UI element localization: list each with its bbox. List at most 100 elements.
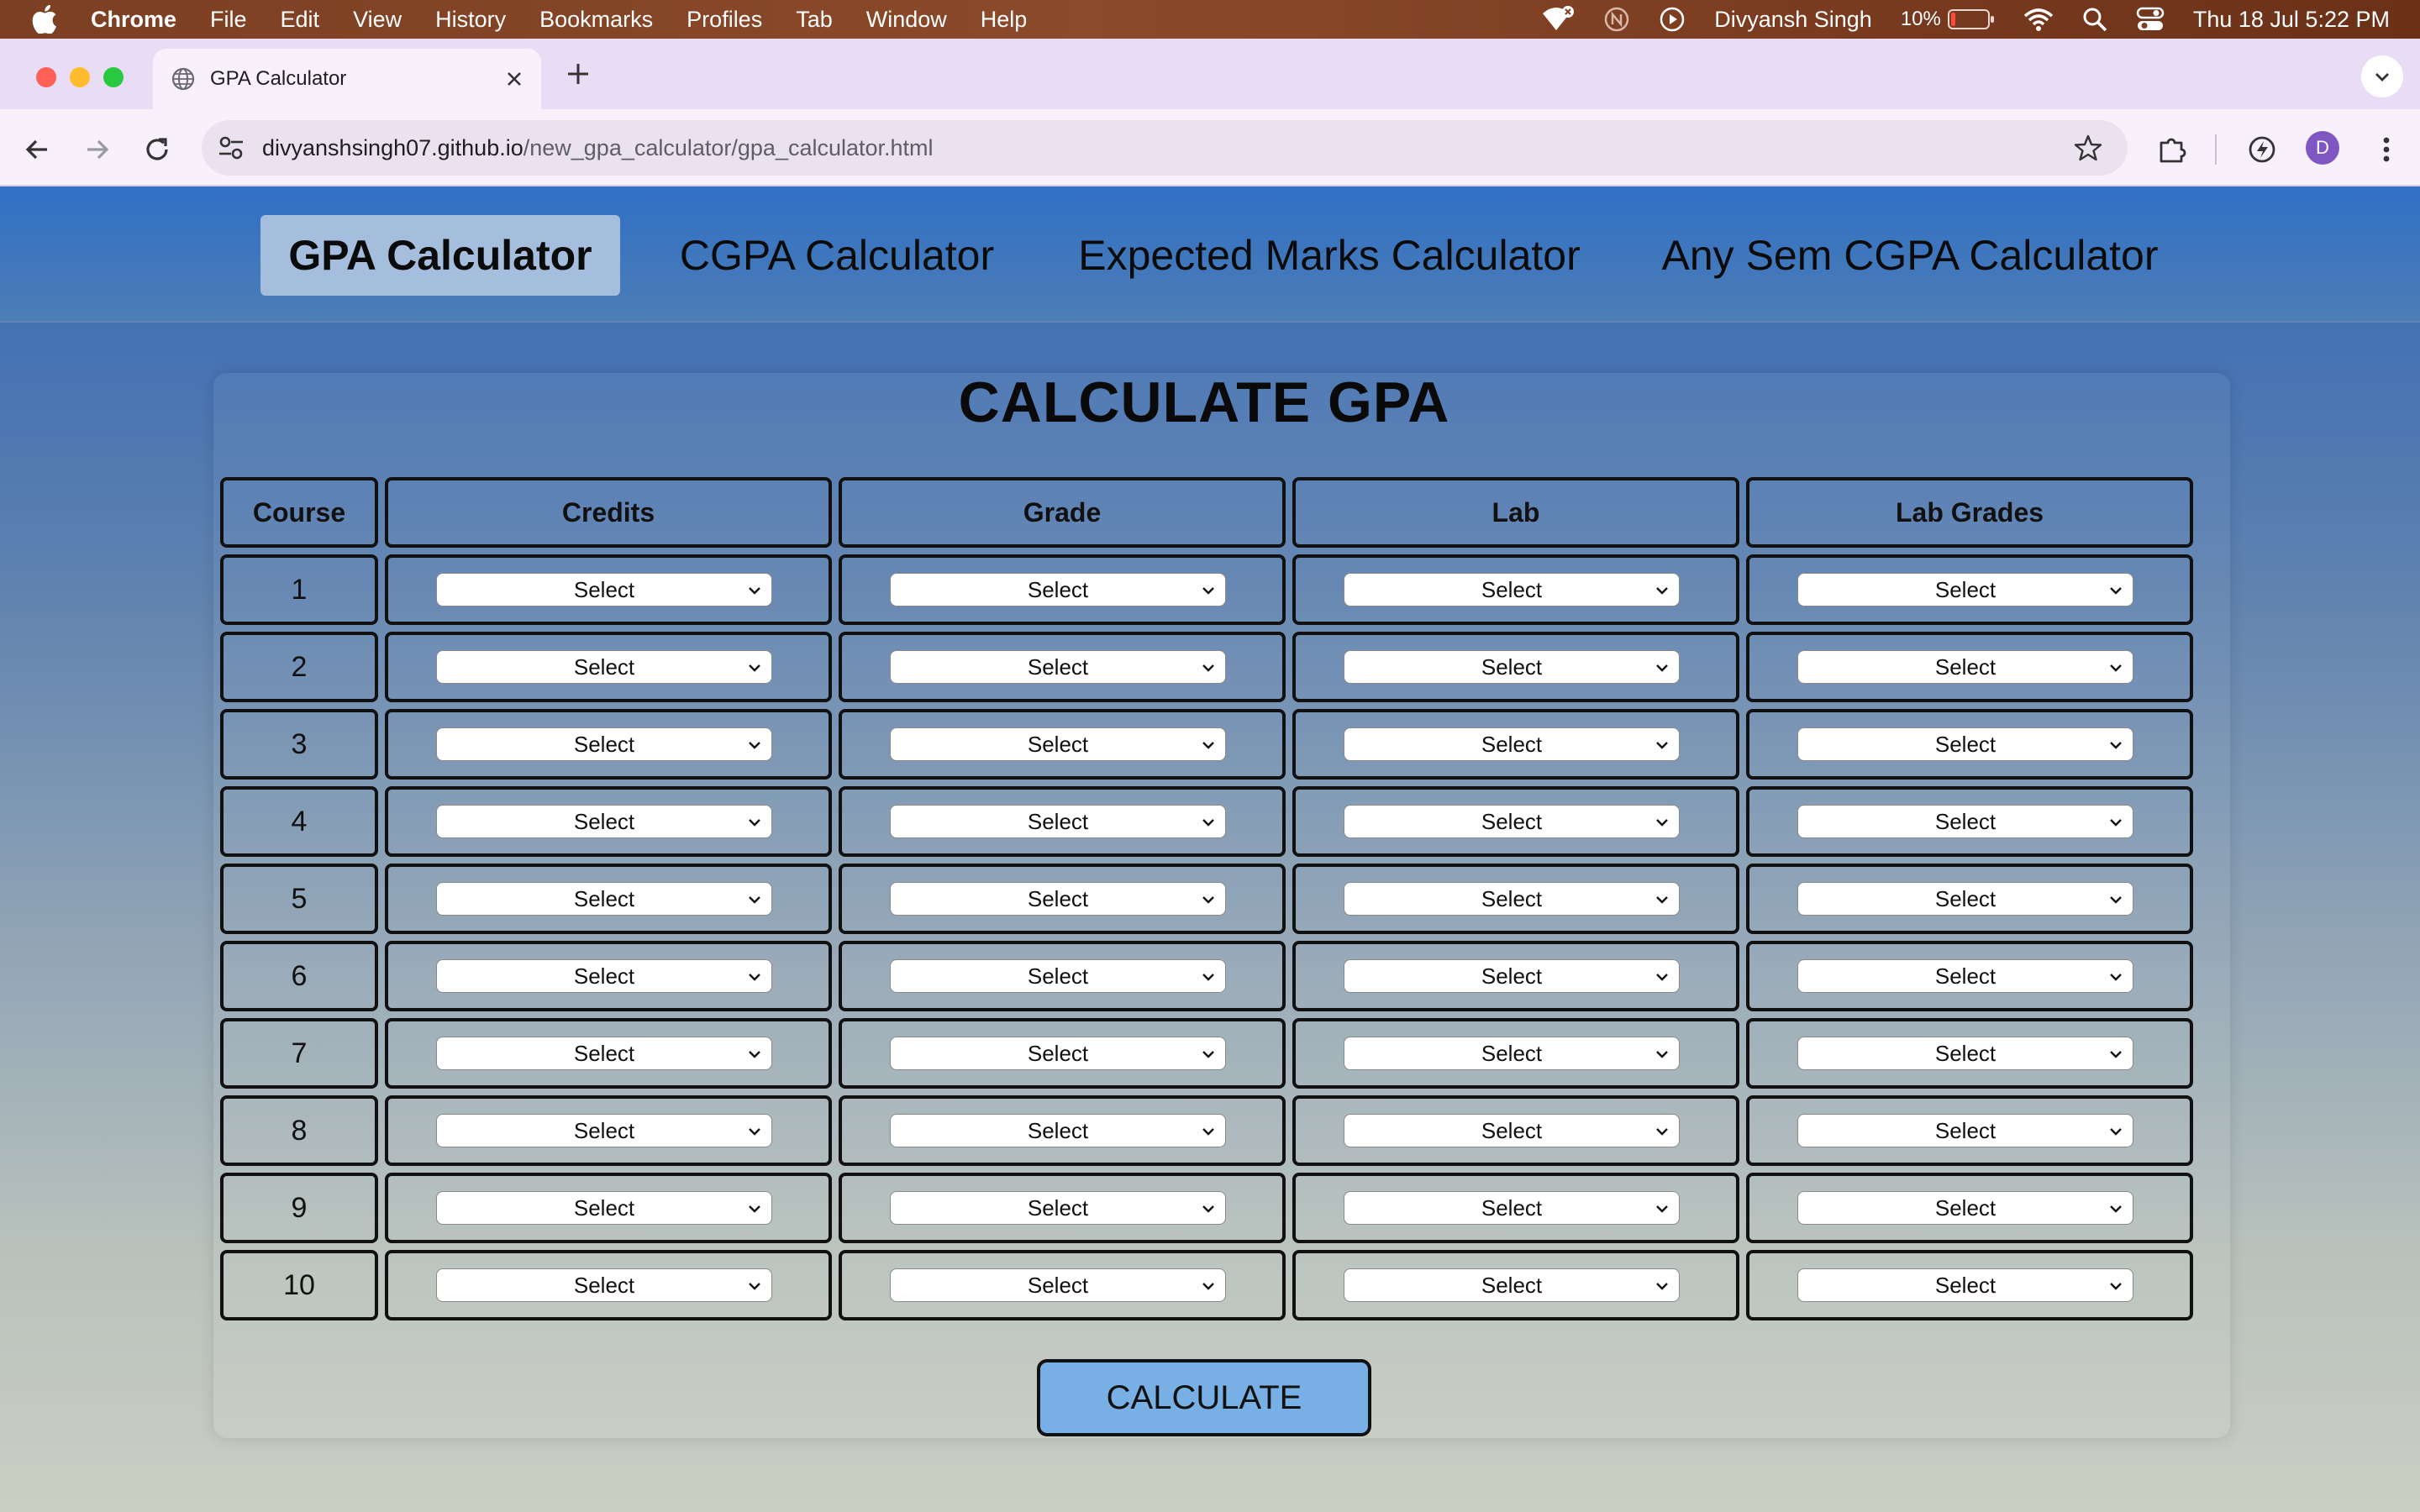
course-number: 3 [220,709,378,780]
lab-grade-select[interactable]: Select [1797,1037,2133,1071]
credits-select[interactable]: Select [436,1114,772,1148]
lab-grade-select[interactable]: Select [1797,573,2133,607]
lab-select[interactable]: Select [1344,959,1680,994]
grade-select[interactable]: Select [890,1114,1226,1148]
nav-any-sem-cgpa-calculator[interactable]: Any Sem CGPA Calculator [1654,215,2166,296]
media-play-icon[interactable] [1659,6,1686,33]
grade-select[interactable]: Select [890,650,1226,685]
calculate-button[interactable]: CALCULATE [1037,1359,1371,1436]
address-bar[interactable]: divyanshsingh07.github.io/new_gpa_calcul… [202,120,2128,176]
menu-file[interactable]: File [210,7,247,33]
grade-select[interactable]: Select [890,727,1226,762]
credits-select[interactable]: Select [436,573,772,607]
grade-select[interactable]: Select [890,805,1226,839]
chevron-down-icon [749,974,760,981]
window-zoom-button[interactable] [103,67,124,87]
reload-icon[interactable] [142,134,172,165]
chevron-down-icon [2110,1051,2122,1058]
lab-grade-select[interactable]: Select [1797,650,2133,685]
menu-history[interactable]: History [435,7,506,33]
url-path: /new_gpa_calculator/gpa_calculator.html [523,134,934,160]
page-viewport: GPA Calculator CGPA Calculator Expected … [0,186,2420,1512]
extensions-puzzle-icon[interactable] [2156,133,2190,166]
grade-select[interactable]: Select [890,959,1226,994]
grade-cell: Select [839,941,1286,1011]
performance-icon[interactable] [2245,133,2279,166]
select-value: Select [573,1117,635,1143]
grade-select[interactable]: Select [890,1268,1226,1303]
wifi-icon[interactable] [2023,8,2054,31]
credits-select[interactable]: Select [436,650,772,685]
nav-cgpa-calculator[interactable]: CGPA Calculator [664,215,1010,296]
credits-select[interactable]: Select [436,882,772,916]
menu-edit[interactable]: Edit [281,7,320,33]
lab-select[interactable]: Select [1344,727,1680,762]
menu-profiles[interactable]: Profiles [687,7,762,33]
menu-bookmarks[interactable]: Bookmarks [539,7,653,33]
grade-select[interactable]: Select [890,1037,1226,1071]
battery-indicator[interactable]: 10% [1901,8,1995,31]
url-text[interactable]: divyanshsingh07.github.io/new_gpa_calcul… [262,135,934,161]
menubar-user-name[interactable]: Divyansh Singh [1714,7,1872,33]
new-tab-plus-icon[interactable] [565,60,592,87]
bookmark-star-icon[interactable] [2074,134,2102,162]
profile-avatar[interactable]: D [2306,131,2339,165]
select-value: Select [1934,808,1996,834]
lab-select[interactable]: Select [1344,1191,1680,1226]
browser-tab-active[interactable]: GPA Calculator [153,49,541,109]
gpa-table-body: 1 Select Select Select Select 2 Select Select Se… [220,554,2193,1320]
lab-grade-select[interactable]: Select [1797,882,2133,916]
site-info-tune-icon[interactable] [217,134,245,162]
menu-tab[interactable]: Tab [796,7,833,33]
apple-logo-icon[interactable] [32,5,59,34]
lab-select[interactable]: Select [1344,573,1680,607]
lab-select[interactable]: Select [1344,1037,1680,1071]
lab-select[interactable]: Select [1344,882,1680,916]
credits-select[interactable]: Select [436,805,772,839]
table-row: 5 Select Select Select Select [220,864,2193,934]
lab-grade-select[interactable]: Select [1797,1114,2133,1148]
lab-grade-select[interactable]: Select [1797,1268,2133,1303]
lab-grade-select[interactable]: Select [1797,959,2133,994]
tab-search-chevron-icon[interactable] [2361,55,2403,97]
credits-select[interactable]: Select [436,1191,772,1226]
select-value: Select [1027,1194,1089,1221]
menu-window[interactable]: Window [866,7,947,33]
nav-gpa-calculator[interactable]: GPA Calculator [260,215,620,296]
lab-grade-cell: Select [1746,864,2193,934]
lab-select[interactable]: Select [1344,1114,1680,1148]
lab-grade-select[interactable]: Select [1797,1191,2133,1226]
credits-select[interactable]: Select [436,1268,772,1303]
grade-select[interactable]: Select [890,1191,1226,1226]
credits-select[interactable]: Select [436,1037,772,1071]
nav-expected-marks-calculator[interactable]: Expected Marks Calculator [1060,215,1598,296]
chevron-down-icon [749,1128,760,1136]
lab-select[interactable]: Select [1344,805,1680,839]
credits-select[interactable]: Select [436,959,772,994]
lab-select[interactable]: Select [1344,650,1680,685]
norton-icon[interactable] [1603,6,1630,33]
spotlight-search-icon[interactable] [2082,7,2107,32]
chevron-down-icon [749,1205,760,1213]
menu-help[interactable]: Help [981,7,1028,33]
forward-arrow-icon[interactable] [82,134,113,165]
lab-grade-select[interactable]: Select [1797,727,2133,762]
credits-select[interactable]: Select [436,727,772,762]
vpn-status-icon[interactable] [1541,5,1575,34]
credits-cell: Select [385,1095,832,1166]
window-close-button[interactable] [36,67,56,87]
window-minimize-button[interactable] [70,67,90,87]
menu-view[interactable]: View [353,7,402,33]
grade-select[interactable]: Select [890,573,1226,607]
tab-close-icon[interactable] [502,67,526,91]
menubar-clock[interactable]: Thu 18 Jul 5:22 PM [2193,7,2390,33]
table-row: 3 Select Select Select Select [220,709,2193,780]
lab-select[interactable]: Select [1344,1268,1680,1303]
back-arrow-icon[interactable] [22,134,52,165]
grade-select[interactable]: Select [890,882,1226,916]
more-menu-icon[interactable] [2370,133,2403,166]
control-center-icon[interactable] [2136,7,2165,32]
lab-grade-select[interactable]: Select [1797,805,2133,839]
menu-app-name[interactable]: Chrome [91,7,176,33]
lab-cell: Select [1292,632,1739,702]
